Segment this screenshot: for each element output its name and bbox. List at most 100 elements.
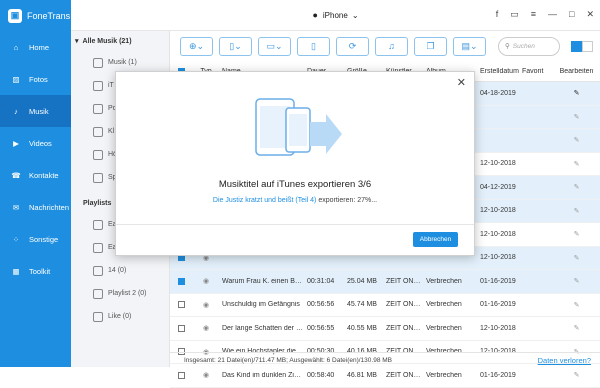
table-row[interactable]: ◉ Unschuldig im Gefängnis 00:56:56 45.74 MB… xyxy=(170,294,600,317)
export-dialog: ✕ Musiktitel auf iTunes exportieren 3/6 … xyxy=(115,71,475,256)
edit-icon[interactable]: ✎ xyxy=(553,254,598,262)
export-pc-button[interactable]: ▭⌄ xyxy=(258,36,291,56)
cancel-button[interactable]: Abbrechen xyxy=(413,232,458,247)
playlist-icon xyxy=(93,265,103,276)
all-music-label: Alle Musik (21) xyxy=(82,37,132,45)
sidebar-item-fotos[interactable]: ▨ Fotos xyxy=(0,63,71,95)
maximize-icon[interactable]: □ xyxy=(569,9,574,20)
search-input[interactable]: ⚲ Suchen xyxy=(498,36,560,56)
cell-size: 45.74 MB xyxy=(347,301,377,309)
dialog-title: Musiktitel auf iTunes exportieren 3/6 xyxy=(218,179,372,190)
dialog-progress-text: Die Justiz kratzt und beißt (Teil 4) exp… xyxy=(116,197,474,204)
edit-icon[interactable]: ✎ xyxy=(553,301,598,309)
row-checkbox[interactable] xyxy=(170,301,190,309)
row-checkbox[interactable] xyxy=(170,371,190,379)
cell-art: ZEIT ONLI... xyxy=(386,371,424,379)
export-pc-icon: ▭⌄ xyxy=(266,40,283,51)
cell-alb: Verbrechen xyxy=(426,277,462,285)
contacts-icon: ☎ xyxy=(11,170,21,180)
plus-icon: ⊕⌄ xyxy=(188,40,205,51)
search-placeholder: Suchen xyxy=(512,42,535,50)
edit-icon[interactable]: ✎ xyxy=(553,113,598,121)
table-row[interactable]: ◉ Warum Frau K. einen Bun... 00:31:04 25.04… xyxy=(170,270,600,294)
sidebar-item-toolkit[interactable]: ▦ Toolkit xyxy=(0,255,71,287)
facebook-icon[interactable]: f xyxy=(496,9,499,20)
edit-icon[interactable]: ✎ xyxy=(553,277,598,285)
list-view-icon[interactable] xyxy=(582,40,593,52)
playlist-icon xyxy=(93,219,103,230)
playlist-item[interactable]: Like (0) xyxy=(71,305,169,328)
edit-icon[interactable]: ✎ xyxy=(553,371,598,379)
progress-label: exportieren: 27%... xyxy=(316,197,378,204)
edit-icon[interactable]: ✎ xyxy=(553,136,598,144)
copy-button[interactable]: ❐ xyxy=(414,36,447,56)
photo-icon: ▨ xyxy=(12,74,20,84)
sidebar-item-kontakte[interactable]: ☎ Kontakte xyxy=(0,159,71,191)
cell-date: 12-10-2018 xyxy=(480,254,516,262)
cell-size: 40.55 MB xyxy=(347,324,377,332)
toolbox-button[interactable]: ▤⌄ xyxy=(453,36,486,56)
add-button[interactable]: ⊕⌄ xyxy=(180,36,213,56)
search-icon: ⚲ xyxy=(505,43,510,50)
playlist-item[interactable]: 14 (0) xyxy=(71,259,169,282)
bell-icon: ♫ xyxy=(388,41,395,51)
sidebar-item-musik[interactable]: ♪ Musik xyxy=(0,95,71,127)
playlist-label: 14 (0) xyxy=(108,267,127,274)
sidebar-item-sonstige[interactable]: ⁘ Sonstige xyxy=(0,223,71,255)
all-music-header[interactable]: ▾ Alle Musik (21) xyxy=(71,31,169,51)
device-selector[interactable]: ● iPhone ⌄ xyxy=(312,10,358,20)
playlist-icon xyxy=(93,288,103,299)
category-icon xyxy=(93,57,103,68)
row-checkbox[interactable] xyxy=(170,277,190,285)
close-dialog-icon[interactable]: ✕ xyxy=(457,76,466,89)
edit-icon[interactable]: ✎ xyxy=(553,183,598,191)
edit-icon[interactable]: ✎ xyxy=(553,89,598,97)
edit-icon[interactable]: ✎ xyxy=(553,324,598,332)
status-bar: Insgesamt: 21 Datei(en)/711.47 MB; Ausge… xyxy=(170,352,600,367)
sync-button[interactable]: ⟳ xyxy=(336,36,369,56)
minimize-icon[interactable]: — xyxy=(548,9,557,20)
sidebar-item-label: Fotos xyxy=(29,74,48,84)
sidebar-item-videos[interactable]: ▶ Videos xyxy=(0,127,71,159)
cell-alb: Verbrechen xyxy=(426,324,462,332)
checkbox-box xyxy=(177,371,185,379)
window-controls: f ▭ ≡ — □ ✕ xyxy=(496,9,594,20)
menu-icon[interactable]: ≡ xyxy=(531,9,536,20)
cell-alb: Verbrechen xyxy=(426,371,462,379)
podcast-icon: ◉ xyxy=(202,301,210,309)
column-header[interactable]: Bearbeiten xyxy=(553,68,598,75)
sidebar-item-nachrichten[interactable]: ✉ Nachrichten xyxy=(0,191,71,223)
table-row[interactable]: ◉ Der lange Schatten der R... 00:56:55 40.5… xyxy=(170,317,600,341)
playlist-item[interactable]: Playlist 2 (0) xyxy=(71,282,169,305)
cell-dur: 00:56:55 xyxy=(307,324,335,332)
status-text: Insgesamt: 21 Datei(en)/711.47 MB; Ausge… xyxy=(184,356,392,364)
feedback-icon[interactable]: ▭ xyxy=(510,9,519,20)
chevron-down-icon: ⌄ xyxy=(351,10,359,20)
triangle-down-icon: ▾ xyxy=(75,38,79,45)
sidebar-item-home[interactable]: ⌂ Home xyxy=(0,31,71,63)
edit-icon[interactable]: ✎ xyxy=(553,160,598,168)
bell-button[interactable]: ♫ xyxy=(375,36,408,56)
grid-view-icon[interactable] xyxy=(571,40,582,52)
category-icon xyxy=(93,80,103,91)
apple-icon: ● xyxy=(312,10,318,20)
export-device-button[interactable]: ▯⌄ xyxy=(219,36,252,56)
edit-icon[interactable]: ✎ xyxy=(553,230,598,238)
cell-alb: Verbrechen xyxy=(426,301,462,309)
data-lost-link[interactable]: Daten verloren? xyxy=(538,356,591,365)
podcast-icon: ◉ xyxy=(202,278,210,286)
table-row[interactable]: ◉ Das Kind im dunklen Zim... 00:58:40 46.81… xyxy=(170,364,600,388)
column-header[interactable]: Favorit xyxy=(520,68,553,75)
edit-icon[interactable]: ✎ xyxy=(553,207,598,215)
close-icon[interactable]: ✕ xyxy=(586,9,594,20)
column-header[interactable]: Erstelldatum xyxy=(478,68,520,75)
cell-dur: 00:31:04 xyxy=(307,277,335,285)
video-icon: ▶ xyxy=(13,138,19,148)
ringtone-icon: ▯ xyxy=(311,40,316,51)
podcast-icon: ◉ xyxy=(202,325,210,333)
cell-date: 12-10-2018 xyxy=(480,207,516,215)
row-checkbox[interactable] xyxy=(170,324,190,332)
copy-icon: ❐ xyxy=(426,40,435,51)
ringtone-button[interactable]: ▯ xyxy=(297,36,330,56)
current-track-name: Die Justiz kratzt und beißt (Teil 4) xyxy=(212,197,317,204)
